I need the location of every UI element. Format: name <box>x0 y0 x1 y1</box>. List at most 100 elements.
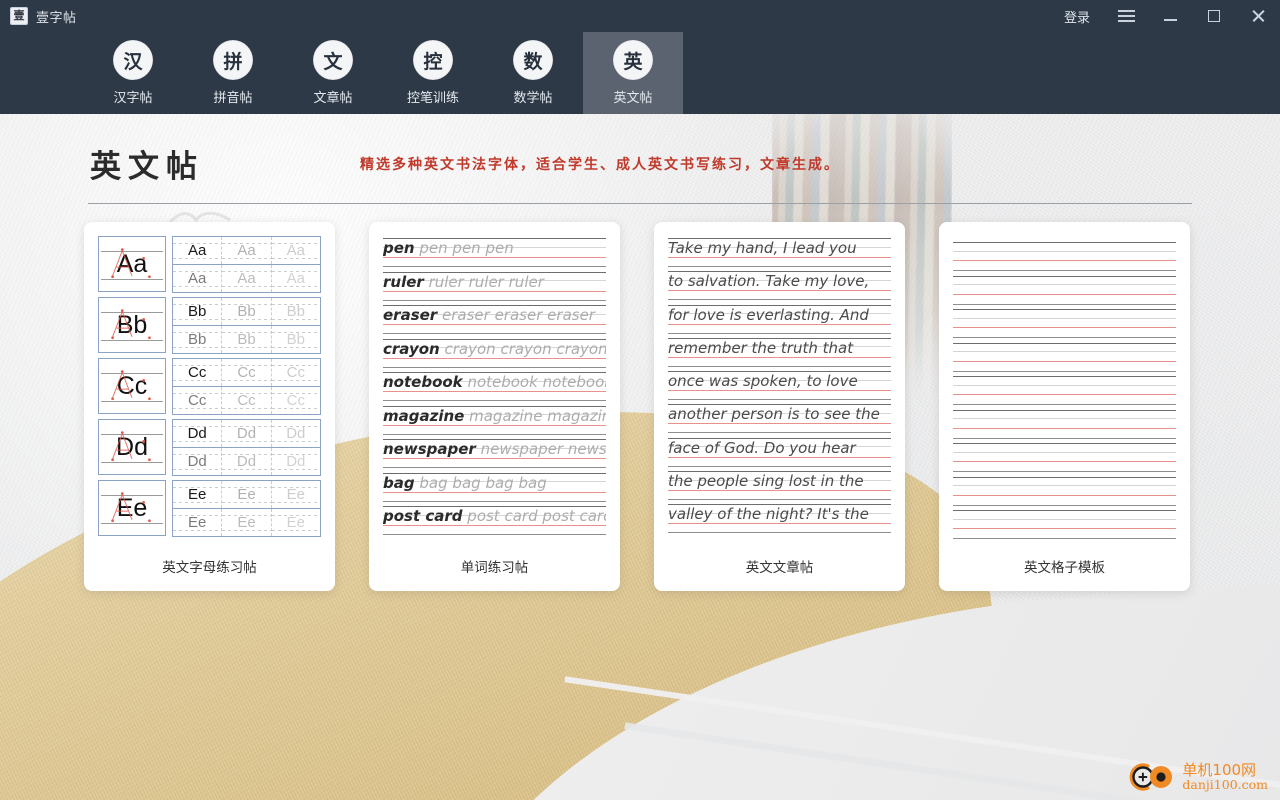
stroke-order-marks <box>111 248 151 279</box>
header-divider <box>88 203 1192 204</box>
tab-pen-control[interactable]: 控 控笔训练 <box>383 32 483 114</box>
letter-practice-cell: Cc <box>173 359 223 386</box>
tab-label: 拼音帖 <box>213 90 253 105</box>
app-title: 壹字帖 <box>36 9 77 25</box>
letter-row: Dd Dd Dd Dd Dd Dd Dd <box>98 419 321 476</box>
letter-practice-line: Aa Aa Aa <box>172 264 321 293</box>
letter-practice-cell: Bb <box>173 326 223 353</box>
pen-control-icon: 控 <box>413 40 453 80</box>
letter-row: Ee Ee Ee Ee Ee Ee Ee <box>98 480 321 537</box>
watermark-text: 单机100网 danji100.com <box>1182 760 1268 793</box>
blank-grid-preview <box>953 236 1176 542</box>
word-line: ruler ruler ruler ruler <box>383 270 606 304</box>
english-icon: 英 <box>613 40 653 80</box>
word-text: post card post card post card <box>383 507 606 525</box>
letter-practice-line: Ee Ee Ee <box>172 508 321 537</box>
watermark-site-cn: 单机100网 <box>1182 760 1257 779</box>
template-line <box>953 240 1176 274</box>
article-text: another person is to see the <box>668 405 880 424</box>
letter-practice-line: Cc Cc Cc <box>172 358 321 386</box>
letter-practice-cell: Ee <box>222 481 272 508</box>
word-text: magazine magazine magazine <box>383 406 606 425</box>
article-line: remember the truth that <box>668 336 891 369</box>
tab-hanzi[interactable]: 汉 汉字帖 <box>83 32 183 114</box>
card-label: 单词练习帖 <box>460 559 529 575</box>
article-text: valley of the night? It's the <box>668 505 869 524</box>
page-title: 英文帖 <box>90 149 204 185</box>
article-line: face of God. Do you hear <box>668 436 891 469</box>
letter-demo-cell: Bb <box>98 297 166 353</box>
word-text: pen pen pen pen <box>383 239 514 257</box>
letter-demo-cell: Aa <box>98 236 166 292</box>
letter-row: Aa Aa Aa Aa Aa Aa Aa <box>98 236 321 293</box>
article-text: for love is everlasting. And <box>668 305 869 324</box>
letter-practice-cell: Ee <box>271 509 320 536</box>
word-line: post card post card post card <box>383 504 606 538</box>
login-button[interactable]: 登录 <box>1050 0 1104 32</box>
word-line: bag bag bag bag bag <box>383 471 606 505</box>
word-preview: pen pen pen pen ruler ruler ruler ruler er… <box>383 236 606 538</box>
tab-label: 文章帖 <box>313 90 353 105</box>
watermark-logo-icon <box>1130 763 1173 791</box>
article-line: Take my hand, I lead you <box>668 236 891 269</box>
hanzi-icon: 汉 <box>113 40 153 80</box>
letter-demo-cell: Dd <box>98 419 166 475</box>
letter-row: Bb Bb Bb Bb Bb Bb Bb <box>98 297 321 354</box>
letter-practice-cell: Dd <box>222 420 272 447</box>
article-line: valley of the night? It's the <box>668 502 891 535</box>
hamburger-menu-icon[interactable] <box>1104 0 1148 32</box>
letter-practice-cell: Ee <box>173 481 223 508</box>
template-line <box>953 374 1176 408</box>
card-blank-template[interactable]: 英文格子模板 <box>939 222 1190 591</box>
tab-article[interactable]: 文 文章帖 <box>283 32 383 114</box>
tab-math[interactable]: 数 数学帖 <box>483 32 583 114</box>
letter-practice-cell: Cc <box>271 359 320 386</box>
letter-practice-line: Aa Aa Aa <box>172 236 321 264</box>
stroke-order-marks <box>111 309 151 340</box>
card-alphabet-practice[interactable]: Aa Aa Aa Aa Aa Aa Aa Bb Bb Bb Bb Bb Bb Bb Cc Cc Cc Cc Cc Cc… <box>84 222 335 591</box>
letter-practice-line: Ee Ee Ee <box>172 480 321 508</box>
word-text: ruler ruler ruler ruler <box>383 272 544 291</box>
letter-practice-grid: Cc Cc Cc Cc Cc Cc <box>172 358 321 415</box>
card-label: 英文字母练习帖 <box>162 559 257 575</box>
letter-practice-cell: Dd <box>271 420 320 447</box>
tab-label: 控笔训练 <box>406 90 459 105</box>
letter-practice-line: Cc Cc Cc <box>172 386 321 415</box>
watermark-site-en: danji100.com <box>1182 777 1268 793</box>
watermark: 单机100网 danji100.com <box>1127 762 1268 792</box>
letter-practice-cell: Aa <box>222 265 272 292</box>
minimize-icon[interactable] <box>1148 0 1192 32</box>
letter-practice-grid: Dd Dd Dd Dd Dd Dd <box>172 419 321 476</box>
page-subtitle: 精选多种英文书法字体，适合学生、成人英文书写练习，文章生成。 <box>360 157 840 173</box>
article-line: once was spoken, to love <box>668 369 891 402</box>
letter-practice-cell: Dd <box>222 448 272 475</box>
pinyin-icon: 拼 <box>213 40 253 80</box>
word-line: magazine magazine magazine <box>383 404 606 438</box>
letter-practice-line: Bb Bb Bb <box>172 325 321 354</box>
word-line: newspaper newspaper newspaper <box>383 437 606 471</box>
letter-practice-cell: Ee <box>173 509 223 536</box>
letter-practice-cell: Bb <box>173 298 223 325</box>
letter-practice-line: Dd Dd Dd <box>172 419 321 447</box>
word-text: eraser eraser eraser eraser <box>383 306 595 324</box>
letter-practice-line: Bb Bb Bb <box>172 297 321 325</box>
letter-practice-cell: Aa <box>173 265 223 292</box>
close-icon[interactable] <box>1236 0 1280 32</box>
tab-english[interactable]: 英 英文帖 <box>583 32 683 114</box>
letter-practice-cell: Bb <box>271 298 320 325</box>
letter-practice-cell: Dd <box>173 448 223 475</box>
template-card-grid: Aa Aa Aa Aa Aa Aa Aa Bb Bb Bb Bb Bb Bb Bb Cc Cc Cc Cc Cc Cc… <box>84 222 1196 591</box>
maximize-icon[interactable] <box>1192 0 1236 32</box>
card-word-practice[interactable]: pen pen pen pen ruler ruler ruler ruler er… <box>369 222 620 591</box>
letter-practice-cell: Cc <box>222 359 272 386</box>
card-article-practice[interactable]: Take my hand, I lead you to salvation. Ta… <box>654 222 905 591</box>
tab-pinyin[interactable]: 拼 拼音帖 <box>183 32 283 114</box>
article-line: the people sing lost in the <box>668 469 891 502</box>
tab-label: 汉字帖 <box>113 90 153 105</box>
alphabet-preview: Aa Aa Aa Aa Aa Aa Aa Bb Bb Bb Bb Bb Bb Bb Cc Cc Cc Cc Cc Cc… <box>98 236 321 541</box>
letter-demo-cell: Ee <box>98 480 166 536</box>
letter-demo-cell: Cc <box>98 358 166 414</box>
word-text: crayon crayon crayon crayon <box>383 339 606 358</box>
card-label: 英文文章帖 <box>745 559 814 575</box>
letter-practice-grid: Bb Bb Bb Bb Bb Bb <box>172 297 321 354</box>
